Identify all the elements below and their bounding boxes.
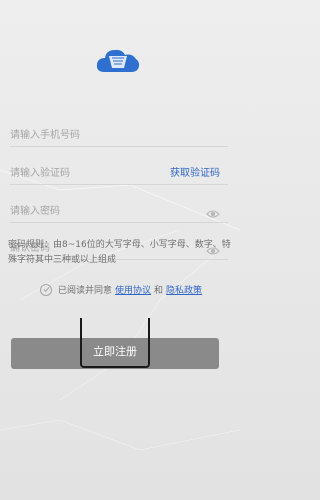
register-button-label[interactable]: 立即注册 xyxy=(80,318,150,368)
agreement-and: 和 xyxy=(154,286,164,296)
get-code-button[interactable]: 获取验证码 xyxy=(170,164,220,179)
agreement-row: 已阅读并同意 使用协议和隐私政策 xyxy=(40,283,202,296)
code-input[interactable]: 请输入验证码 xyxy=(10,164,70,179)
code-field[interactable]: 请输入验证码 获取验证码 xyxy=(10,158,228,185)
password-input[interactable]: 请输入密码 xyxy=(10,202,60,217)
phone-input[interactable]: 请输入手机号码 xyxy=(10,126,80,141)
eye-icon[interactable] xyxy=(206,204,220,218)
password-field[interactable]: 请输入密码 xyxy=(10,196,228,223)
terms-link[interactable]: 使用协议 xyxy=(115,283,151,296)
phone-field[interactable]: 请输入手机号码 xyxy=(10,120,228,147)
cloud-logo-icon xyxy=(94,44,142,76)
register-label-text: 立即注册 xyxy=(93,345,137,358)
agreement-prefix: 已阅读并同意 xyxy=(58,286,113,296)
privacy-link[interactable]: 隐私政策 xyxy=(166,283,202,296)
check-circle-icon[interactable] xyxy=(40,283,52,296)
password-rules-text: 密码规则：由8~16位的大写字母、小写字母、数字、特殊字符其中三种或以上组成 xyxy=(8,240,231,265)
